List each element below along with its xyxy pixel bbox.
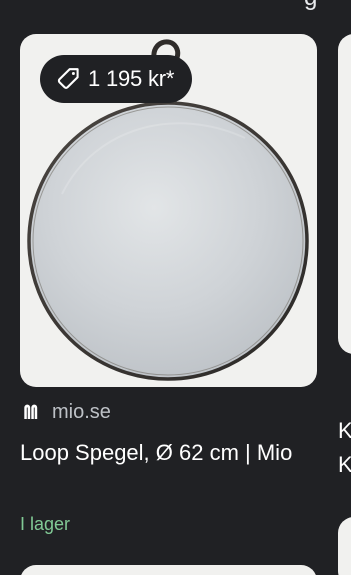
merchant-name: mio.se bbox=[52, 400, 111, 423]
top-partial-glyph: g bbox=[304, 0, 317, 10]
product-image[interactable]: 1 195 kr* bbox=[20, 34, 317, 387]
shopping-results-page: g bbox=[0, 0, 351, 575]
product-card-loop-spegel[interactable]: 1 195 kr* mio.se Loop Spegel, Ø 62 cm | … bbox=[20, 34, 317, 534]
price-tag-icon bbox=[57, 68, 79, 89]
next-product-title-partial[interactable]: K K bbox=[338, 414, 351, 482]
next-product-title-line-2: K bbox=[338, 452, 351, 477]
next-product-title-line-1: K bbox=[338, 418, 351, 443]
stock-status: I lager bbox=[20, 514, 71, 534]
price-badge: 1 195 kr* bbox=[40, 55, 193, 103]
next-row-side-product-image-partial[interactable] bbox=[338, 517, 351, 575]
merchant-row[interactable]: mio.se bbox=[20, 398, 111, 426]
product-title[interactable]: Loop Spegel, Ø 62 cm | Mio bbox=[20, 436, 312, 470]
mio-logo-icon bbox=[21, 402, 41, 422]
next-row-product-image-partial[interactable] bbox=[20, 565, 317, 575]
price-text: 1 195 kr* bbox=[88, 66, 175, 91]
next-product-image-partial[interactable] bbox=[338, 34, 351, 354]
